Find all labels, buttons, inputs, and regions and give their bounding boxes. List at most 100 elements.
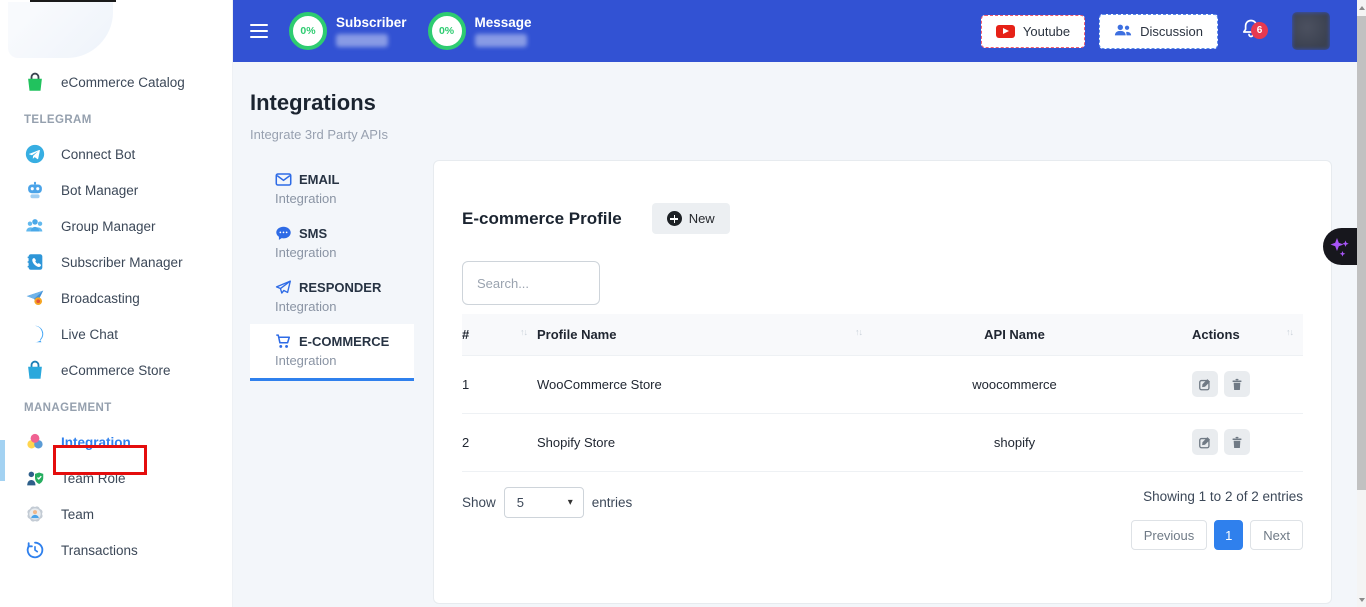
sidebar-item-ecommerce-catalog[interactable]: eCommerce Catalog — [0, 64, 232, 100]
next-page-button[interactable]: Next — [1250, 520, 1303, 550]
sidebar-item-group-manager[interactable]: Group Manager — [0, 208, 232, 244]
tab-title: E-COMMERCE — [299, 334, 389, 349]
table-row: 1 WooCommerce Store woocommerce — [462, 356, 1303, 414]
previous-page-button[interactable]: Previous — [1131, 520, 1208, 550]
trash-icon — [1230, 435, 1244, 450]
message-progress-ring: 0% — [428, 12, 466, 50]
notifications-button[interactable]: 6 — [1240, 17, 1262, 46]
sidebar-item-team[interactable]: Team — [0, 496, 232, 532]
youtube-button-label: Youtube — [1023, 24, 1070, 39]
history-clock-icon — [24, 539, 46, 561]
delete-button[interactable] — [1224, 371, 1250, 397]
sidebar-item-label: eCommerce Catalog — [61, 75, 185, 90]
profile-name-cell: Shopify Store — [537, 414, 872, 472]
tab-title: EMAIL — [299, 172, 339, 187]
scrollbar-thumb[interactable] — [1357, 16, 1366, 490]
page-size-select[interactable]: 5 ▾ — [504, 487, 584, 518]
chat-bubble-icon — [24, 323, 46, 345]
sidebar-item-live-chat[interactable]: Live Chat — [0, 316, 232, 352]
youtube-icon — [996, 25, 1015, 38]
sidebar-item-subscriber-manager[interactable]: Subscriber Manager — [0, 244, 232, 280]
ai-assistant-fab[interactable] — [1323, 228, 1357, 265]
tab-title: RESPONDER — [299, 280, 381, 295]
sidebar-item-label: Live Chat — [61, 327, 118, 342]
sidebar-item-label: Transactions — [61, 543, 138, 558]
sms-bubble-icon — [275, 225, 292, 242]
sort-icon[interactable]: ↑↓ — [1286, 327, 1293, 337]
envelope-icon — [275, 171, 292, 188]
topbar: 0% Subscriber 0% Message Youtube Discuss… — [233, 0, 1357, 62]
table-header-row: #↑↓ Profile Name↑↓ API Name Actions↑↓ — [462, 314, 1303, 356]
user-group-icon — [24, 215, 46, 237]
sidebar-section-telegram: TELEGRAM — [0, 114, 232, 126]
tab-title: SMS — [299, 226, 327, 241]
sidebar: eCommerce Catalog TELEGRAM Connect Bot B… — [0, 0, 233, 607]
edit-button[interactable] — [1192, 371, 1218, 397]
subscriber-stat-blurred-value — [336, 34, 388, 47]
sidebar-item-label: Bot Manager — [61, 183, 138, 198]
column-header-num[interactable]: #↑↓ — [462, 314, 537, 356]
show-label: Show — [462, 495, 496, 510]
robot-icon — [24, 179, 46, 201]
tab-ecommerce-integration[interactable]: E-COMMERCE Integration — [250, 324, 414, 381]
page-1-button[interactable]: 1 — [1214, 520, 1243, 550]
tab-subtitle: Integration — [275, 299, 402, 314]
search-input[interactable] — [462, 261, 600, 305]
ecommerce-profile-card: E-commerce Profile New #↑↓ Profile Name↑… — [433, 160, 1332, 604]
tab-subtitle: Integration — [275, 245, 402, 260]
sort-icon[interactable]: ↑↓ — [520, 327, 527, 337]
page-title: Integrations — [250, 90, 376, 116]
sidebar-item-connect-bot[interactable]: Connect Bot — [0, 136, 232, 172]
sidebar-item-team-role[interactable]: Team Role — [0, 460, 232, 496]
card-title: E-commerce Profile — [462, 209, 622, 229]
sidebar-item-integration[interactable]: Integration — [0, 424, 232, 460]
column-header-api-name[interactable]: API Name — [872, 314, 1157, 356]
edit-icon — [1198, 435, 1212, 450]
notification-count-badge: 6 — [1251, 22, 1268, 39]
main-content: Integrations Integrate 3rd Party APIs EM… — [233, 62, 1357, 607]
row-number: 1 — [462, 356, 537, 414]
paper-plane-icon — [275, 279, 292, 296]
cart-icon — [275, 333, 292, 350]
youtube-button[interactable]: Youtube — [981, 15, 1085, 48]
edit-icon — [1198, 377, 1212, 392]
column-header-actions[interactable]: Actions↑↓ — [1157, 314, 1303, 356]
message-stat: 0% Message — [428, 12, 532, 50]
sidebar-item-bot-manager[interactable]: Bot Manager — [0, 172, 232, 208]
hamburger-menu-icon[interactable] — [250, 20, 268, 42]
tab-subtitle: Integration — [275, 353, 402, 368]
gear-user-icon — [24, 503, 46, 525]
scrollbar-down-button[interactable] — [1357, 592, 1366, 607]
page-size-value: 5 — [517, 495, 524, 510]
discussion-button[interactable]: Discussion — [1099, 14, 1218, 49]
edit-button[interactable] — [1192, 429, 1218, 455]
contact-book-phone-icon — [24, 251, 46, 273]
broadcast-plane-icon — [24, 287, 46, 309]
tab-sms-integration[interactable]: SMS Integration — [250, 216, 414, 270]
vertical-scrollbar[interactable] — [1357, 0, 1366, 607]
new-button-label: New — [689, 211, 715, 226]
delete-button[interactable] — [1224, 429, 1250, 455]
new-profile-button[interactable]: New — [652, 203, 730, 234]
integration-subnav: EMAIL Integration SMS Integration RESPON… — [250, 162, 414, 381]
chevron-down-icon: ▾ — [568, 497, 573, 508]
sidebar-item-label: Group Manager — [61, 219, 156, 234]
tab-email-integration[interactable]: EMAIL Integration — [250, 162, 414, 216]
store-bag-icon — [24, 359, 46, 381]
subscriber-progress-ring: 0% — [289, 12, 327, 50]
entries-label: entries — [592, 495, 633, 510]
tab-subtitle: Integration — [275, 191, 402, 206]
sidebar-item-label: Team — [61, 507, 94, 522]
app-logo — [8, 2, 113, 58]
avatar[interactable] — [1292, 12, 1330, 50]
sidebar-item-broadcasting[interactable]: Broadcasting — [0, 280, 232, 316]
sort-icon[interactable]: ↑↓ — [855, 327, 862, 337]
sidebar-item-transactions[interactable]: Transactions — [0, 532, 232, 568]
tab-responder-integration[interactable]: RESPONDER Integration — [250, 270, 414, 324]
sidebar-item-label: Broadcasting — [61, 291, 140, 306]
sidebar-section-management: MANAGEMENT — [0, 402, 232, 414]
sidebar-item-ecommerce-store[interactable]: eCommerce Store — [0, 352, 232, 388]
telegram-icon — [24, 143, 46, 165]
scrollbar-up-button[interactable] — [1357, 0, 1366, 15]
column-header-profile-name[interactable]: Profile Name↑↓ — [537, 314, 872, 356]
